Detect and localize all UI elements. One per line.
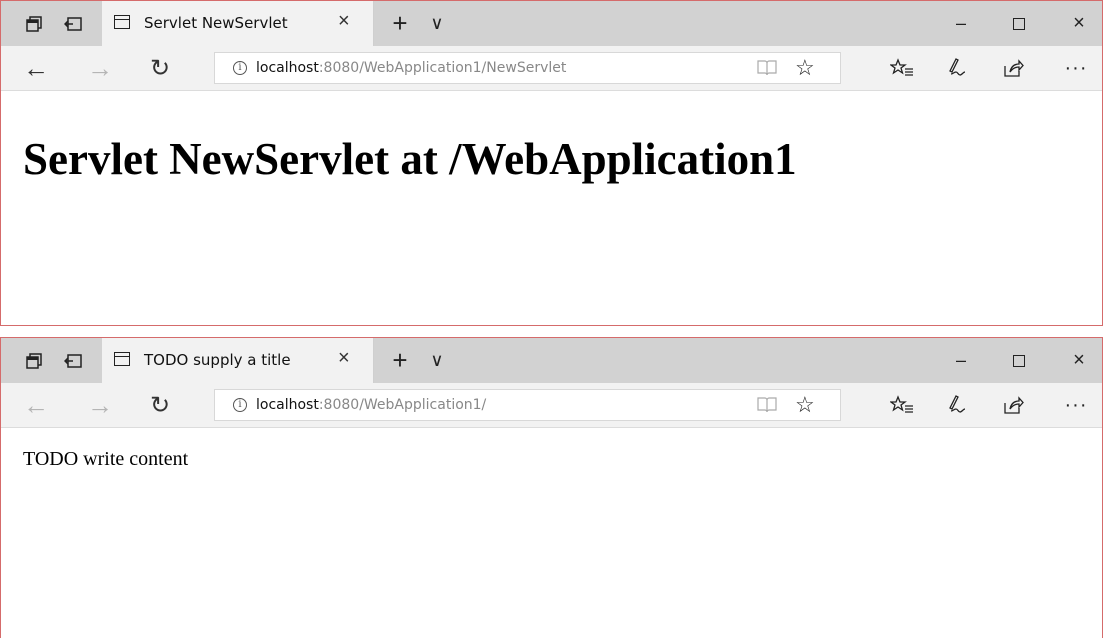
forward-arrow-icon[interactable]: → <box>83 46 117 90</box>
minimize-icon[interactable]: – <box>939 1 983 46</box>
plus-icon[interactable]: + <box>385 338 415 383</box>
favorites-list-icon[interactable] <box>886 46 918 90</box>
chevron-down-icon[interactable]: ∨ <box>425 338 449 383</box>
star-icon[interactable]: ☆ <box>795 55 815 81</box>
refresh-icon[interactable]: ↻ <box>143 46 177 90</box>
tab-bar: Servlet NewServlet × + ∨ – × <box>1 1 1102 46</box>
maximize-icon[interactable] <box>997 338 1041 383</box>
url-text: localhost:8080/WebApplication1/NewServle… <box>256 60 567 76</box>
address-bar: ← → ↻ i localhost:8080/WebApplication1/N… <box>1 46 1102 91</box>
star-icon[interactable]: ☆ <box>795 392 815 418</box>
set-aside-tabs-icon[interactable] <box>59 1 87 46</box>
tab-active[interactable]: TODO supply a title × <box>102 338 374 383</box>
chevron-down-icon[interactable]: ∨ <box>425 1 449 46</box>
browser-window-todo: TODO supply a title × + ∨ – × ← → ↻ i lo… <box>0 337 1103 638</box>
back-arrow-icon[interactable]: ← <box>19 383 53 427</box>
info-icon[interactable]: i <box>233 398 247 412</box>
tab-bar: TODO supply a title × + ∨ – × <box>1 338 1102 383</box>
pen-icon[interactable] <box>941 383 973 427</box>
page-body-text: TODO write content <box>23 448 189 470</box>
url-input[interactable]: i localhost:8080/WebApplication1/NewServ… <box>214 52 841 84</box>
back-arrow-icon[interactable]: ← <box>19 46 53 90</box>
tab-title: Servlet NewServlet <box>144 14 288 32</box>
book-icon[interactable] <box>757 397 777 413</box>
tab-active[interactable]: Servlet NewServlet × <box>102 1 374 46</box>
close-window-icon[interactable]: × <box>1057 338 1101 383</box>
close-icon[interactable]: × <box>338 347 350 370</box>
plus-icon[interactable]: + <box>385 1 415 46</box>
page-heading: Servlet NewServlet at /WebApplication1 <box>23 134 797 184</box>
more-icon[interactable]: ··· <box>1059 383 1093 427</box>
share-icon[interactable] <box>997 46 1029 90</box>
url-text: localhost:8080/WebApplication1/ <box>256 397 487 413</box>
close-icon[interactable]: × <box>338 10 350 33</box>
tabs-icon[interactable] <box>21 338 47 383</box>
browser-window-servlet: Servlet NewServlet × + ∨ – × ← → ↻ i loc… <box>0 0 1103 326</box>
tab-title: TODO supply a title <box>144 351 291 369</box>
tabs-icon[interactable] <box>21 1 47 46</box>
more-icon[interactable]: ··· <box>1059 46 1093 90</box>
share-icon[interactable] <box>997 383 1029 427</box>
book-icon[interactable] <box>757 60 777 76</box>
forward-arrow-icon[interactable]: → <box>83 383 117 427</box>
url-input[interactable]: i localhost:8080/WebApplication1/ ☆ <box>214 389 841 421</box>
favorites-list-icon[interactable] <box>886 383 918 427</box>
pen-icon[interactable] <box>941 46 973 90</box>
address-bar: ← → ↻ i localhost:8080/WebApplication1/ … <box>1 383 1102 428</box>
info-icon[interactable]: i <box>233 61 247 75</box>
page-icon <box>114 15 130 29</box>
set-aside-tabs-icon[interactable] <box>59 338 87 383</box>
close-window-icon[interactable]: × <box>1057 1 1101 46</box>
refresh-icon[interactable]: ↻ <box>143 383 177 427</box>
minimize-icon[interactable]: – <box>939 338 983 383</box>
maximize-icon[interactable] <box>997 1 1041 46</box>
page-icon <box>114 352 130 366</box>
